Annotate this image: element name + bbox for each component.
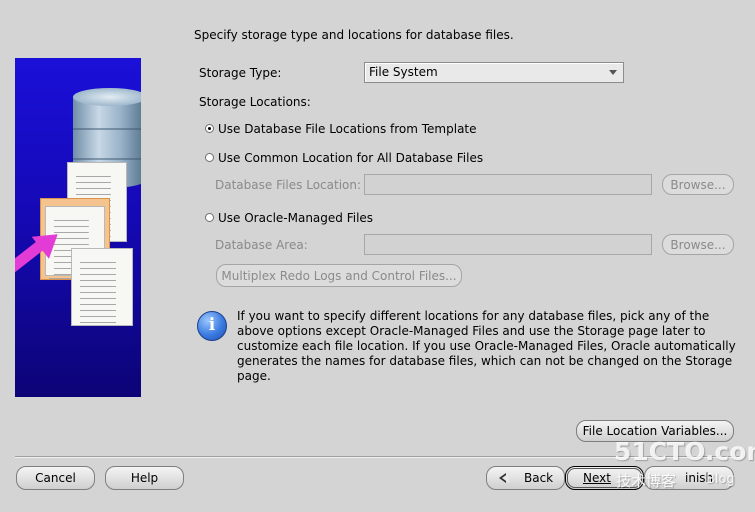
chevron-down-icon [609, 70, 617, 75]
next-button-label: Next [583, 471, 611, 485]
db-files-location-field[interactable] [364, 174, 652, 195]
radio-common-location[interactable] [205, 153, 214, 162]
back-arrow-icon [499, 473, 506, 483]
storage-type-value: File System [369, 65, 438, 79]
browse-database-area-button[interactable]: Browse... [662, 234, 734, 255]
back-button-label: Back [524, 471, 554, 485]
db-files-location-label: Database Files Location: [215, 178, 362, 192]
file-location-variables-button[interactable]: File Location Variables... [576, 420, 734, 442]
finish-button[interactable]: inish [644, 466, 734, 490]
next-button[interactable]: Next [565, 466, 644, 490]
cancel-button[interactable]: Cancel [16, 466, 95, 490]
database-band [73, 128, 141, 130]
multiplex-redo-logs-button[interactable]: Multiplex Redo Logs and Control Files... [216, 264, 462, 287]
radio-template-locations[interactable] [205, 124, 214, 133]
back-button[interactable]: Back [486, 466, 565, 490]
document-icon [71, 248, 133, 326]
storage-locations-label: Storage Locations: [199, 95, 311, 109]
radio-common-location-label[interactable]: Use Common Location for All Database Fil… [218, 151, 483, 165]
browse-db-files-button[interactable]: Browse... [662, 174, 734, 195]
info-message: If you want to specify different locatio… [237, 309, 736, 383]
page-instruction: Specify storage type and locations for d… [194, 28, 514, 42]
database-area-label: Database Area: [215, 238, 308, 252]
database-area-field[interactable] [364, 234, 652, 255]
footer-separator [15, 456, 740, 458]
radio-oracle-managed[interactable] [205, 213, 214, 222]
radio-template-locations-label[interactable]: Use Database File Locations from Templat… [218, 122, 477, 136]
info-icon: i [197, 311, 227, 341]
storage-type-label: Storage Type: [199, 66, 282, 80]
storage-type-select[interactable]: File System [364, 62, 624, 83]
finish-button-label: inish [685, 471, 714, 485]
radio-oracle-managed-label[interactable]: Use Oracle-Managed Files [218, 211, 373, 225]
wizard-illustration [15, 58, 141, 397]
help-button[interactable]: Help [105, 466, 184, 490]
database-band [73, 158, 141, 160]
database-top [73, 88, 141, 106]
